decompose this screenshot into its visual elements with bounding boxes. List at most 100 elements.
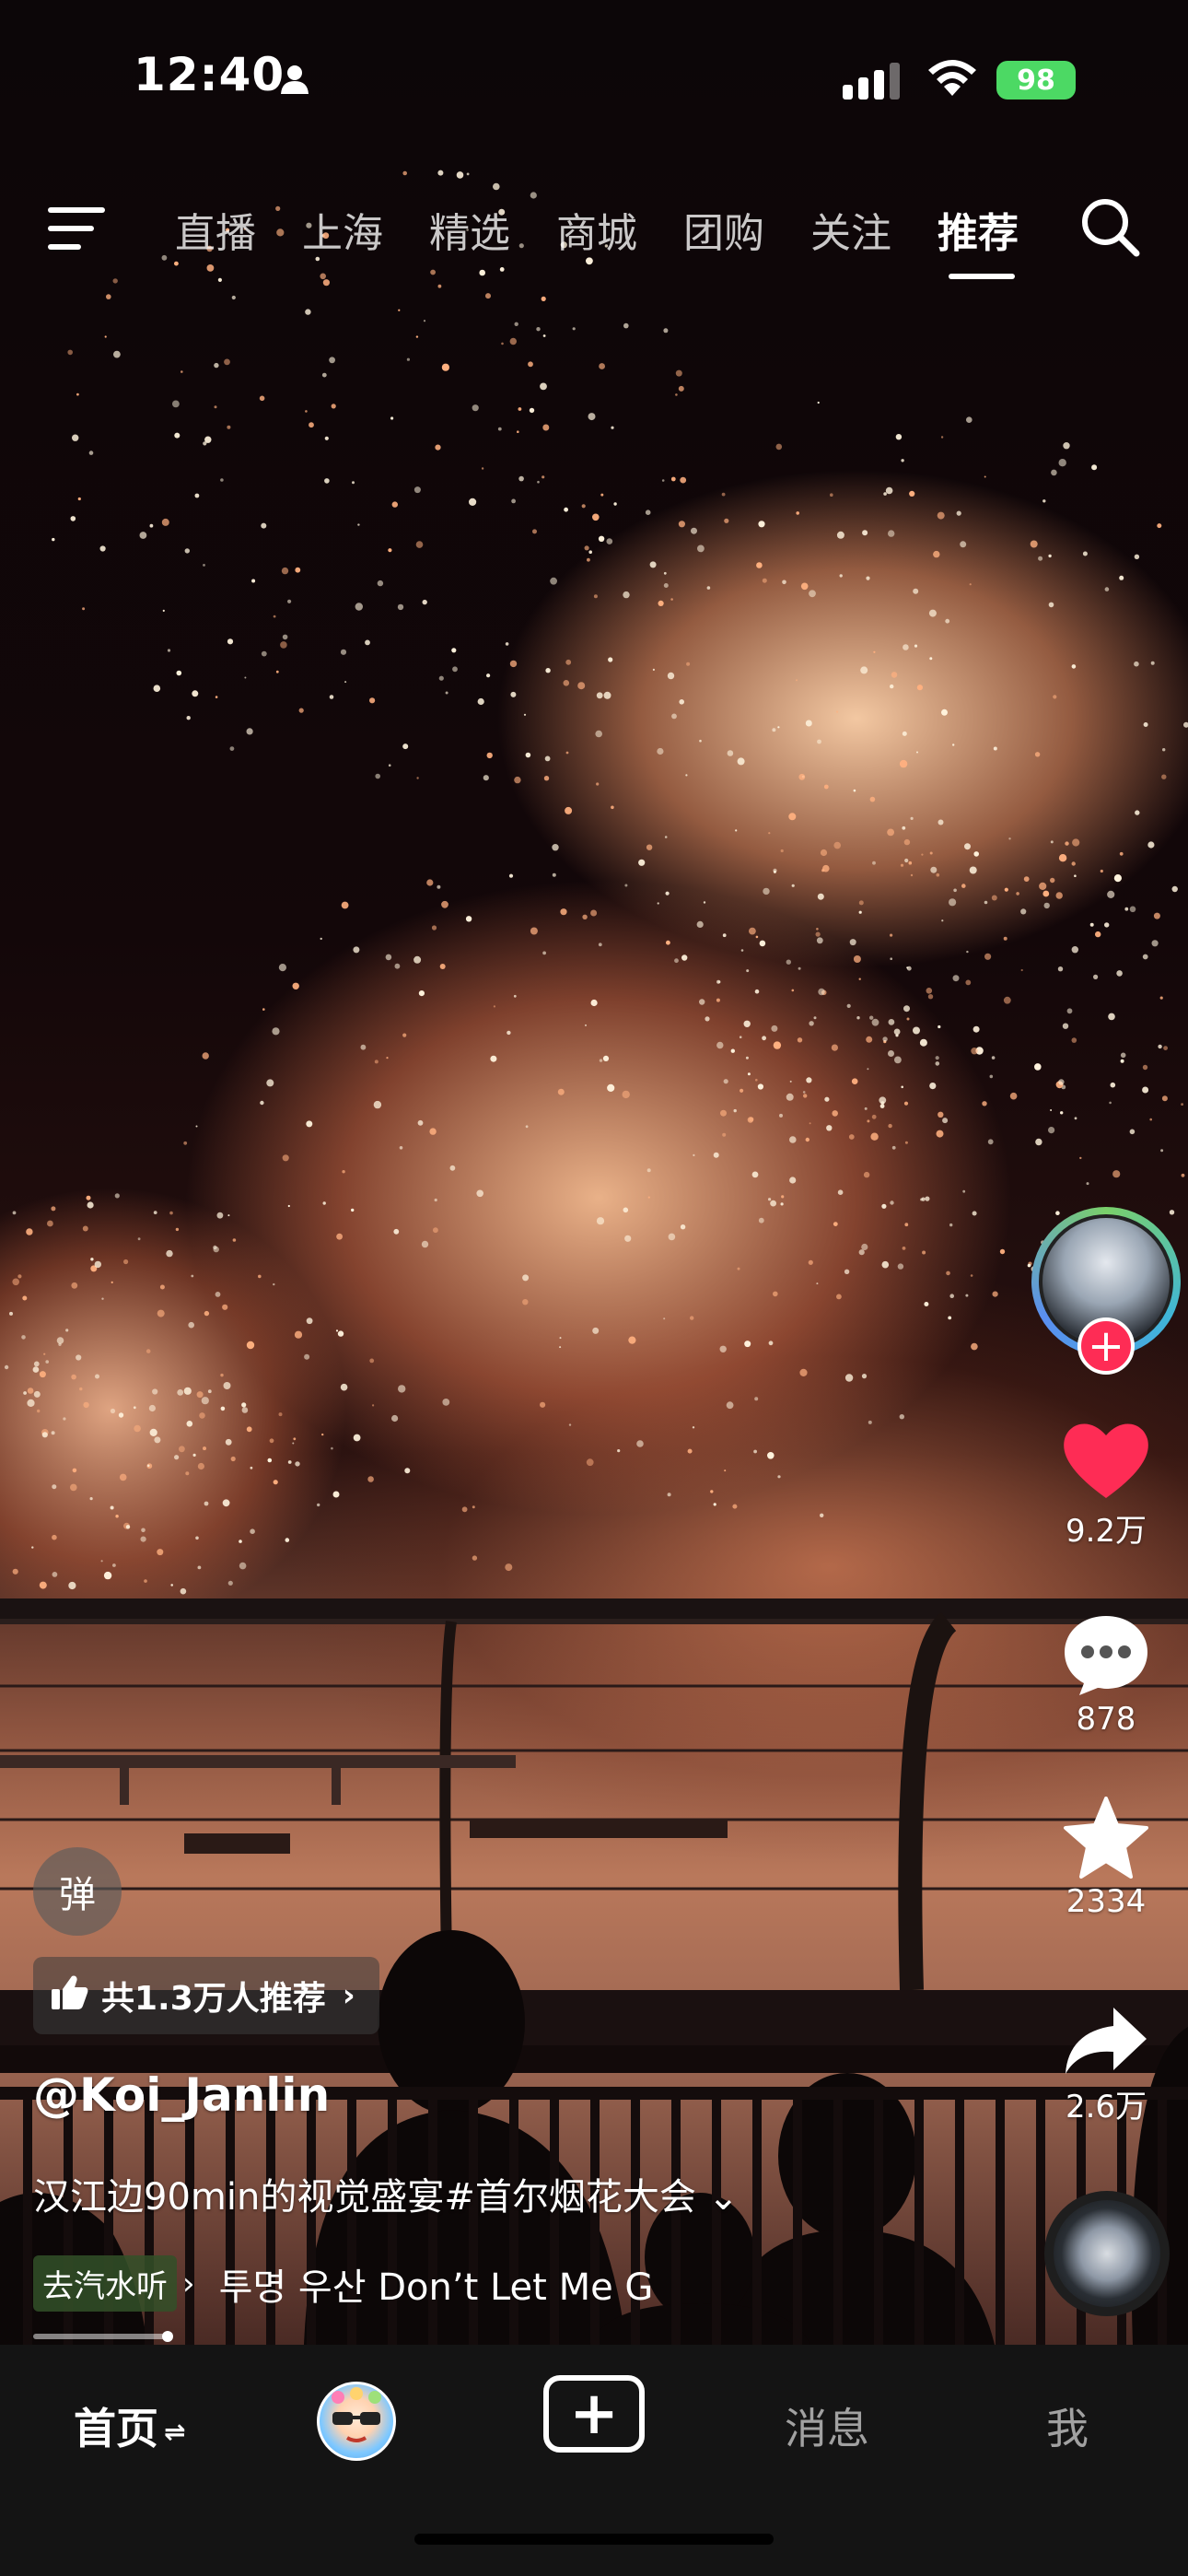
spark — [335, 1329, 339, 1332]
comment-count: 878 — [1076, 1701, 1136, 1738]
music-source-tag[interactable]: 去汽水听 — [33, 2255, 177, 2312]
spark — [665, 891, 670, 896]
spark — [332, 1491, 340, 1498]
spark — [540, 382, 547, 391]
spark — [949, 1294, 954, 1298]
active-tab-indicator — [949, 274, 1015, 279]
spark — [27, 1399, 35, 1407]
nav-me[interactable]: 我 — [1046, 2395, 1089, 2456]
spark — [544, 755, 551, 762]
friends-avatar[interactable] — [317, 2382, 396, 2461]
spark — [87, 1201, 94, 1209]
follow-button[interactable]: + — [1077, 1317, 1135, 1375]
spark — [140, 1536, 146, 1542]
spark — [56, 1337, 64, 1344]
spark — [779, 1113, 783, 1118]
spark — [645, 509, 651, 515]
spark — [831, 1044, 839, 1051]
spark — [870, 1132, 879, 1141]
spark — [1003, 996, 1011, 1004]
danmu-label: 弹 — [59, 1874, 96, 1916]
spark — [564, 507, 568, 512]
music-disc[interactable] — [1044, 2191, 1170, 2316]
spark — [329, 357, 335, 364]
tab-following[interactable]: 关注 — [810, 200, 891, 259]
comment-button[interactable]: 878 — [1031, 1612, 1181, 1738]
spark — [351, 1208, 355, 1212]
spark — [771, 1025, 778, 1032]
spark — [344, 681, 347, 684]
spark — [52, 1572, 58, 1577]
spark — [888, 1123, 892, 1129]
spark — [197, 1565, 202, 1570]
spark — [628, 1336, 636, 1344]
spark — [713, 1503, 716, 1506]
spark — [809, 1021, 814, 1026]
spark — [722, 933, 727, 938]
spark — [902, 825, 906, 830]
spark — [486, 673, 491, 678]
create-button[interactable]: + — [543, 2375, 645, 2453]
spark — [658, 600, 664, 607]
spark — [433, 1227, 438, 1234]
nav-home[interactable]: 首页 ⇌ — [74, 2395, 185, 2456]
spark — [72, 434, 79, 441]
tab-recommended[interactable]: 推荐 — [938, 200, 1019, 259]
spark — [153, 1211, 157, 1214]
search-icon[interactable] — [1077, 194, 1142, 263]
tab-featured[interactable]: 精选 — [429, 200, 510, 259]
author-handle[interactable]: @Koi_Janlin — [33, 2068, 330, 2122]
spark — [924, 1302, 929, 1306]
tab-shanghai[interactable]: 上海 — [302, 200, 383, 259]
spark — [239, 1540, 242, 1543]
video-caption[interactable]: 汉江边90min的视觉盛宴#首尔烟花大会 ⌄ — [33, 2167, 739, 2220]
spark — [244, 676, 247, 679]
spark — [295, 567, 301, 573]
share-button[interactable]: 2.6万 — [1031, 2004, 1181, 2126]
spark — [47, 1220, 53, 1227]
tab-live[interactable]: 直播 — [175, 200, 256, 259]
spark — [477, 697, 484, 706]
spark — [846, 1003, 851, 1008]
progress-handle[interactable] — [162, 2331, 173, 2342]
spark — [272, 1027, 280, 1036]
spark — [331, 404, 336, 409]
playback-progress[interactable] — [33, 2334, 168, 2339]
spark — [913, 1026, 920, 1035]
spark — [181, 370, 183, 373]
firework-sparks — [4, 170, 1188, 1595]
spark — [1143, 722, 1148, 727]
spark — [756, 562, 763, 568]
bridge — [0, 1755, 516, 1805]
spark — [175, 1227, 180, 1232]
danmu-toggle[interactable]: 弹 — [33, 1847, 122, 1936]
spark — [402, 1033, 407, 1037]
spark — [992, 1291, 998, 1297]
spark — [437, 170, 444, 176]
tab-mall[interactable]: 商城 — [556, 200, 637, 259]
spark — [869, 1015, 874, 1020]
favorite-button[interactable]: 2334 — [1031, 1797, 1181, 1920]
spark — [1034, 1063, 1042, 1071]
spark — [493, 1005, 496, 1008]
spark — [882, 1036, 888, 1042]
spark — [929, 657, 933, 661]
like-button[interactable]: 9.2万 — [1031, 1419, 1181, 1551]
spark — [690, 1316, 694, 1320]
nav-messages[interactable]: 消息 — [785, 2395, 869, 2456]
music-row[interactable]: 去汽水听 › 투명 우산 Don’t Let Me G — [33, 2255, 653, 2312]
menu-icon[interactable] — [48, 205, 105, 257]
spark — [486, 752, 493, 759]
recommend-chip[interactable]: 共1.3万人推荐 › — [33, 1957, 379, 2034]
spark — [679, 699, 684, 705]
spark — [1135, 810, 1140, 815]
spark — [836, 1294, 842, 1300]
spark — [1057, 966, 1064, 972]
spark — [592, 513, 600, 521]
tab-group-buy[interactable]: 团购 — [683, 200, 764, 259]
spark — [584, 545, 589, 551]
spark — [418, 990, 425, 997]
spark — [304, 1353, 310, 1360]
spark — [293, 1437, 297, 1441]
spark — [203, 1446, 206, 1451]
